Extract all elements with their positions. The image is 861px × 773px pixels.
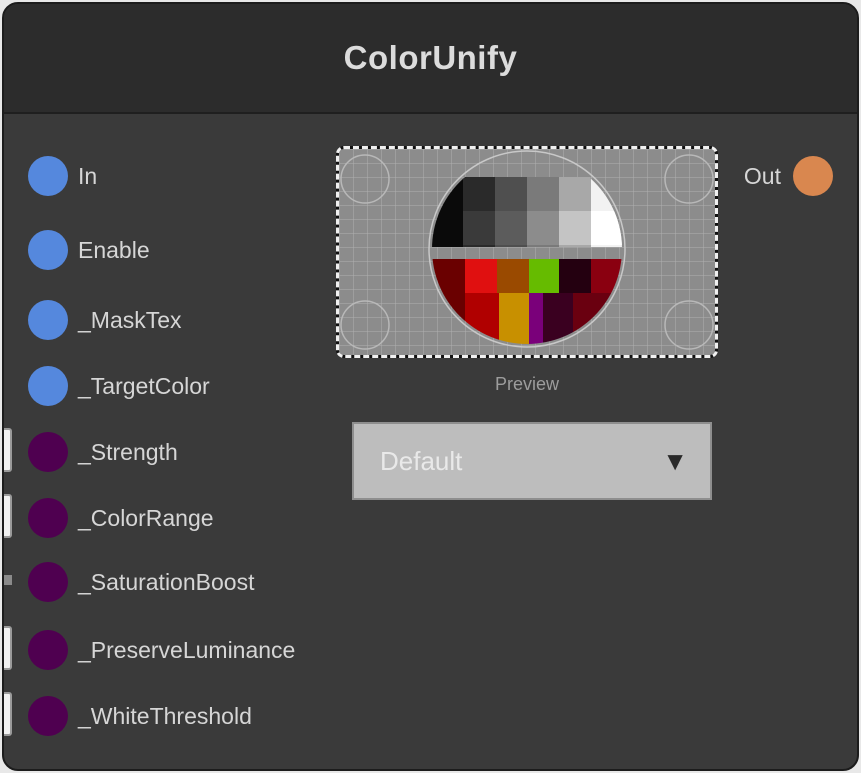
input-port-strength[interactable]: _Strength: [4, 430, 178, 474]
node-title: ColorUnify: [343, 39, 518, 76]
input-port-masktex[interactable]: _MaskTex: [4, 298, 182, 342]
input-port-targetcolor[interactable]: _TargetColor: [4, 364, 210, 408]
dropdown-arrow-icon[interactable]: ▼: [662, 448, 688, 474]
port-label: _ColorRange: [78, 504, 214, 531]
port-dot[interactable]: [28, 498, 68, 538]
port-dot[interactable]: [28, 562, 68, 602]
port-dot[interactable]: [28, 300, 68, 340]
mode-dropdown[interactable]: Default ▼: [352, 422, 712, 500]
preview-image: [336, 146, 718, 358]
input-port-in[interactable]: In: [4, 154, 97, 198]
preview-caption: Preview: [494, 374, 560, 394]
port-label: _PreserveLuminance: [78, 636, 296, 663]
node-header[interactable]: ColorUnify: [4, 4, 857, 114]
port-label: _TargetColor: [78, 372, 210, 399]
input-port-colorrange[interactable]: _ColorRange: [4, 496, 214, 540]
port-label: Enable: [78, 236, 150, 263]
port-dot[interactable]: [28, 432, 68, 472]
input-port-whitethreshold[interactable]: _WhiteThreshold: [4, 694, 252, 738]
port-label: _MaskTex: [78, 306, 182, 333]
port-label: _WhiteThreshold: [78, 702, 252, 729]
output-port-out[interactable]: Out: [744, 154, 833, 198]
dropdown-value: Default: [380, 445, 463, 476]
port-label: _Strength: [78, 438, 178, 465]
port-dot[interactable]: [28, 366, 68, 406]
port-dot[interactable]: [28, 156, 68, 196]
input-port-saturationboost[interactable]: _SaturationBoost: [4, 560, 254, 604]
test-pattern-image: [339, 149, 715, 355]
port-label: _SaturationBoost: [78, 568, 255, 595]
shader-node[interactable]: ColorUnify In Enable _MaskTex _TargetCol…: [2, 2, 859, 771]
port-dot[interactable]: [793, 156, 833, 196]
input-port-enable[interactable]: Enable: [4, 228, 150, 272]
port-label: In: [78, 162, 98, 189]
port-dot[interactable]: [28, 696, 68, 736]
input-port-preserveluminance[interactable]: _PreserveLuminance: [4, 628, 295, 672]
port-label: Out: [743, 162, 781, 189]
port-dot[interactable]: [28, 630, 68, 670]
port-dot[interactable]: [28, 230, 68, 270]
